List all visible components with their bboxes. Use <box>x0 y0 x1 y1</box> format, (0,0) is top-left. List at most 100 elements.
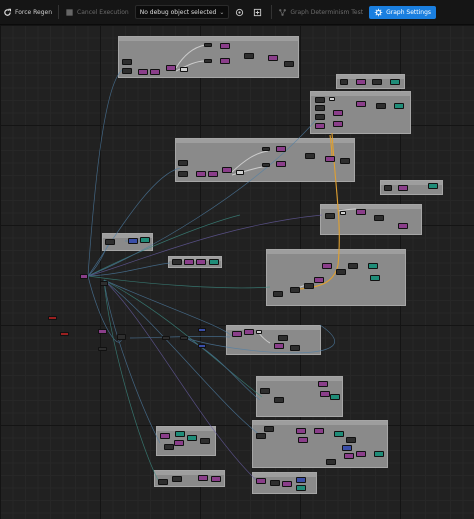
graph-node[interactable] <box>304 283 314 289</box>
graph-node[interactable] <box>138 69 148 75</box>
graph-node[interactable] <box>320 391 330 397</box>
graph-node[interactable] <box>356 101 366 107</box>
graph-node[interactable] <box>344 453 354 459</box>
graph-node[interactable] <box>329 97 335 101</box>
graph-node[interactable] <box>128 238 138 244</box>
graph-node[interactable] <box>315 114 325 120</box>
graph-node[interactable] <box>178 171 188 177</box>
graph-node[interactable] <box>356 451 366 457</box>
graph-node[interactable] <box>305 153 315 159</box>
graph-node[interactable] <box>315 123 325 129</box>
graph-node[interactable] <box>204 43 212 47</box>
graph-node[interactable] <box>122 59 132 65</box>
graph-node[interactable] <box>236 170 244 175</box>
graph-node[interactable] <box>334 431 344 437</box>
graph-node[interactable] <box>276 146 286 152</box>
graph-node[interactable] <box>175 431 185 437</box>
graph-node[interactable] <box>284 61 294 67</box>
graph-node[interactable] <box>256 478 266 484</box>
graph-node[interactable] <box>296 477 306 483</box>
graph-node[interactable] <box>322 263 332 269</box>
graph-node[interactable] <box>268 55 278 61</box>
graph-node[interactable] <box>222 167 232 173</box>
cancel-execution-button[interactable]: Cancel Execution <box>62 0 132 24</box>
graph-node[interactable] <box>174 440 184 446</box>
graph-node[interactable] <box>98 347 107 351</box>
graph-canvas[interactable] <box>0 25 474 519</box>
graph-node[interactable] <box>325 156 335 162</box>
graph-node[interactable] <box>264 426 274 432</box>
graph-node[interactable] <box>372 79 382 85</box>
graph-node[interactable] <box>244 329 254 335</box>
graph-node[interactable] <box>198 328 206 332</box>
graph-node[interactable] <box>256 433 266 439</box>
graph-node[interactable] <box>342 445 352 451</box>
graph-node[interactable] <box>346 437 356 443</box>
graph-node[interactable] <box>100 281 108 286</box>
graph-node[interactable] <box>204 59 212 63</box>
graph-node[interactable] <box>260 388 270 394</box>
graph-node[interactable] <box>318 381 328 387</box>
graph-node[interactable] <box>220 58 230 64</box>
graph-node[interactable] <box>376 103 386 109</box>
graph-node[interactable] <box>374 451 384 457</box>
graph-node[interactable] <box>105 239 115 245</box>
graph-node[interactable] <box>158 479 168 485</box>
graph-node[interactable] <box>196 171 206 177</box>
graph-node[interactable] <box>428 183 438 189</box>
graph-node[interactable] <box>384 185 392 191</box>
graph-node[interactable] <box>276 161 286 167</box>
graph-node[interactable] <box>274 343 284 349</box>
graph-node[interactable] <box>394 103 404 109</box>
graph-node[interactable] <box>296 428 306 434</box>
graph-node[interactable] <box>278 335 288 341</box>
graph-node[interactable] <box>368 263 378 269</box>
graph-node[interactable] <box>172 259 182 265</box>
graph-node[interactable] <box>150 69 160 75</box>
graph-node[interactable] <box>209 259 219 265</box>
graph-node[interactable] <box>262 163 270 167</box>
graph-node[interactable] <box>166 65 176 71</box>
graph-node[interactable] <box>315 97 325 103</box>
graph-node[interactable] <box>314 277 324 283</box>
graph-node[interactable] <box>60 332 69 336</box>
debug-browse-button[interactable] <box>250 0 268 24</box>
graph-node[interactable] <box>48 316 57 320</box>
graph-node[interactable] <box>333 110 343 116</box>
graph-settings-button[interactable]: Graph Settings <box>369 5 437 19</box>
graph-node[interactable] <box>270 480 280 486</box>
graph-node[interactable] <box>98 329 107 334</box>
graph-node[interactable] <box>333 121 343 127</box>
graph-node[interactable] <box>398 185 408 191</box>
graph-node[interactable] <box>180 67 188 72</box>
graph-node[interactable] <box>325 213 335 219</box>
force-regen-button[interactable]: Force Regen <box>0 0 55 24</box>
graph-node[interactable] <box>374 215 384 221</box>
graph-node[interactable] <box>390 79 400 85</box>
graph-node[interactable] <box>198 475 208 481</box>
graph-node[interactable] <box>336 269 346 275</box>
graph-node[interactable] <box>290 345 300 351</box>
graph-node[interactable] <box>196 259 206 265</box>
graph-node[interactable] <box>200 438 210 444</box>
graph-node[interactable] <box>244 53 254 59</box>
debug-find-button[interactable] <box>232 0 250 24</box>
graph-node[interactable] <box>356 209 366 215</box>
graph-node[interactable] <box>184 259 194 265</box>
graph-node[interactable] <box>290 287 300 293</box>
graph-node[interactable] <box>398 223 408 229</box>
graph-node[interactable] <box>298 437 308 443</box>
graph-node[interactable] <box>164 444 174 450</box>
graph-node[interactable] <box>117 334 126 340</box>
graph-node[interactable] <box>273 291 283 297</box>
graph-node[interactable] <box>356 79 366 85</box>
graph-node[interactable] <box>162 336 170 340</box>
graph-node[interactable] <box>330 394 340 400</box>
graph-node[interactable] <box>172 476 182 482</box>
graph-node[interactable] <box>315 105 325 111</box>
debug-object-selector[interactable]: No debug object selected ⌄ <box>132 0 233 24</box>
graph-node[interactable] <box>262 147 270 151</box>
graph-node[interactable] <box>256 330 262 334</box>
graph-node[interactable] <box>187 435 197 441</box>
graph-node[interactable] <box>370 275 380 281</box>
